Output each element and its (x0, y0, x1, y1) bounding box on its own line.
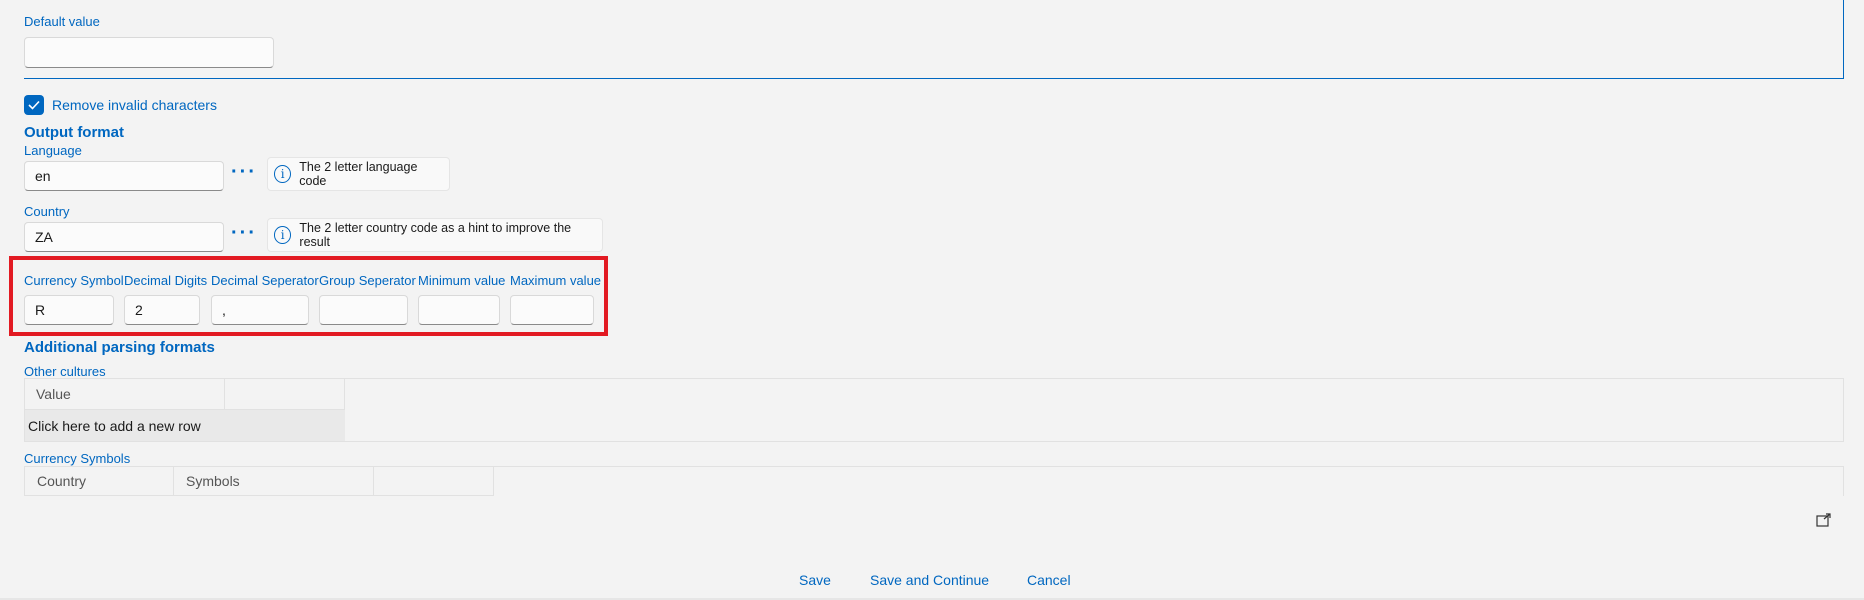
country-more-button[interactable]: ··· (231, 223, 257, 243)
save-button[interactable]: Save (799, 572, 831, 588)
country-label: Country (24, 204, 70, 219)
popout-icon[interactable] (1816, 513, 1832, 532)
other-cultures-label: Other cultures (24, 364, 106, 379)
language-info: i The 2 letter language code (267, 157, 450, 191)
section-divider (24, 78, 1844, 79)
check-icon (28, 100, 40, 110)
default-value-label: Default value (24, 14, 100, 29)
other-cultures-column-header[interactable]: Value (24, 379, 225, 409)
country-column-header[interactable]: Country (24, 466, 174, 496)
currency-symbols-label: Currency Symbols (24, 451, 131, 466)
info-icon: i (274, 165, 292, 183)
section-border-right (1843, 0, 1844, 79)
symbols-column-header[interactable]: Symbols (174, 466, 374, 496)
additional-formats-heading: Additional parsing formats (24, 339, 215, 356)
country-info-text: The 2 letter country code as a hint to i… (299, 221, 572, 249)
language-more-button[interactable]: ··· (231, 162, 257, 182)
currency-symbols-column-filler (374, 466, 494, 496)
language-info-text: The 2 letter language code (299, 160, 418, 188)
grid-right-border (1843, 378, 1844, 442)
save-and-continue-button[interactable]: Save and Continue (870, 572, 989, 588)
default-value-input[interactable] (24, 37, 274, 68)
output-format-heading: Output format (24, 124, 124, 141)
remove-invalid-label[interactable]: Remove invalid characters (52, 97, 217, 113)
info-icon: i (274, 226, 292, 244)
highlight-box (9, 256, 608, 336)
country-input[interactable]: ZA (24, 222, 224, 252)
remove-invalid-checkbox[interactable] (24, 95, 44, 115)
language-input[interactable]: en (24, 161, 224, 191)
country-info: i The 2 letter country code as a hint to… (267, 218, 603, 252)
language-label: Language (24, 143, 82, 158)
add-new-row-button[interactable]: Click here to add a new row (25, 409, 345, 441)
other-cultures-column-filler (225, 379, 345, 409)
cancel-button[interactable]: Cancel (1027, 572, 1071, 588)
